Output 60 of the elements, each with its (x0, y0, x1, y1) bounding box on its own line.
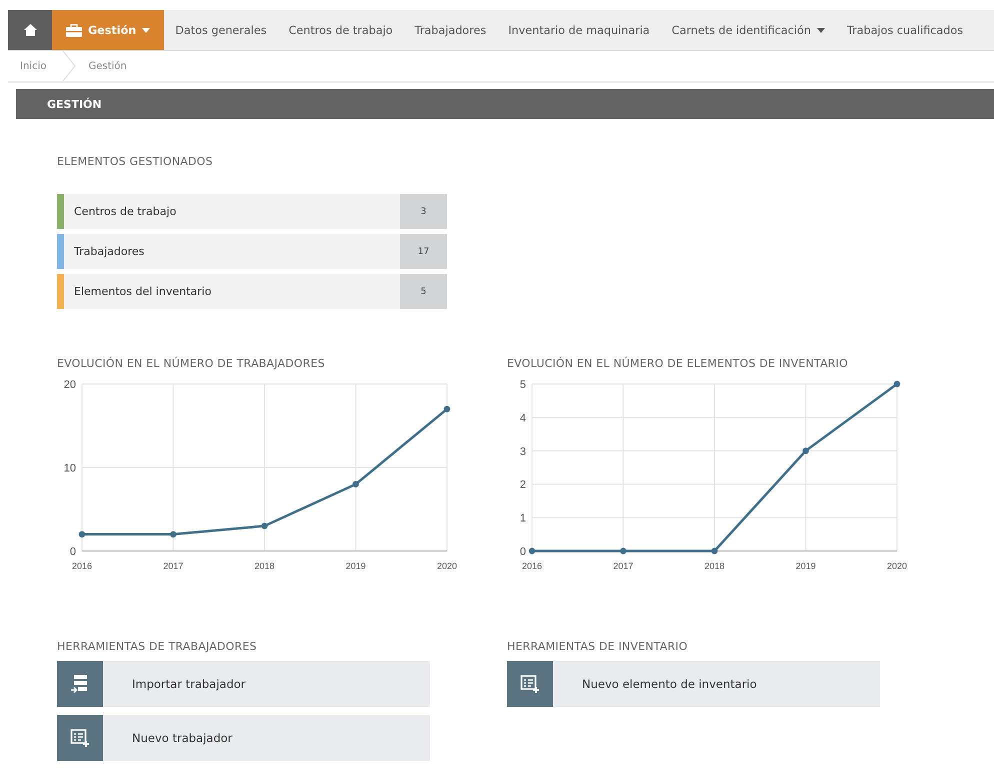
data-point (444, 406, 450, 412)
y-tick-label: 4 (520, 412, 526, 424)
breadcrumb-item: Gestión (87, 60, 128, 72)
data-point (894, 380, 900, 388)
stat-count: 5 (400, 274, 447, 309)
home-icon (24, 24, 36, 36)
chart-title: EVOLUCIÓN EN EL NÚMERO DE ELEMENTOS DE INVENTARIO (507, 357, 849, 370)
nav-item[interactable]: Datos generales (164, 10, 278, 50)
data-point (711, 548, 718, 554)
nav-item[interactable]: Centros de trabajo (278, 10, 404, 50)
y-tick-label: 3 (520, 446, 526, 458)
stat-label: Trabajadores (73, 244, 146, 260)
caret-icon (816, 28, 825, 32)
y-tick-label: 2 (520, 479, 526, 492)
x-tick-label: 2020 (436, 561, 458, 571)
x-tick-label: 2016 (72, 561, 92, 571)
add-list-icon (520, 674, 540, 694)
x-tick-label: 2019 (796, 561, 816, 571)
chart-title: EVOLUCIÓN EN EL NÚMERO DE TRABAJADORES (57, 357, 326, 370)
caret-icon (142, 28, 150, 32)
section-title: ELEMENTOS GESTIONADOS (57, 155, 214, 168)
y-tick-label: 0 (70, 546, 76, 558)
stat-count: 3 (400, 194, 447, 229)
nav-item[interactable]: Inventario de maquinaria (497, 10, 661, 50)
x-tick-label: 2018 (704, 561, 725, 571)
breadcrumb-item[interactable]: Inicio (8, 60, 62, 72)
y-tick-label: 5 (520, 379, 526, 391)
import-icon (70, 674, 90, 694)
data-point (261, 522, 268, 530)
x-tick-label: 2017 (163, 561, 184, 571)
tool-button[interactable]: Nuevo trabajador (57, 715, 430, 761)
nav-item[interactable]: Trabajadores (404, 10, 498, 50)
data-point (528, 548, 536, 554)
stat-label: Centros de trabajo (73, 204, 178, 220)
x-tick-label: 2016 (522, 561, 542, 571)
x-tick-label: 2018 (254, 561, 275, 571)
nav-item[interactable]: Carnets de identificación (660, 10, 836, 50)
x-tick-label: 2019 (346, 561, 366, 571)
briefcase-icon (66, 24, 82, 36)
y-tick-label: 0 (520, 546, 526, 558)
stat-label: Elementos del inventario (73, 284, 212, 300)
add-list-icon (70, 728, 90, 748)
data-point (802, 448, 809, 454)
tool-button[interactable]: Nuevo elemento de inventario (507, 661, 880, 707)
x-tick-label: 2020 (886, 561, 908, 571)
x-tick-label: 2017 (613, 561, 634, 571)
page-header: GESTIÓN (16, 89, 994, 119)
y-tick-label: 20 (64, 379, 76, 391)
data-point (620, 548, 626, 554)
data-point (352, 481, 359, 488)
section-title: HERRAMIENTAS DE TRABAJADORES (57, 640, 258, 653)
data-point (78, 531, 86, 538)
section-title: HERRAMIENTAS DE INVENTARIO (507, 640, 689, 653)
nav-item[interactable]: Trabajos cualificados (836, 10, 974, 50)
stat-count: 17 (400, 234, 447, 269)
data-point (170, 531, 176, 538)
home-button[interactable] (8, 10, 52, 50)
y-tick-label: 1 (520, 512, 526, 525)
tool-button[interactable]: Importar trabajador (57, 661, 430, 707)
y-tick-label: 10 (64, 462, 76, 474)
